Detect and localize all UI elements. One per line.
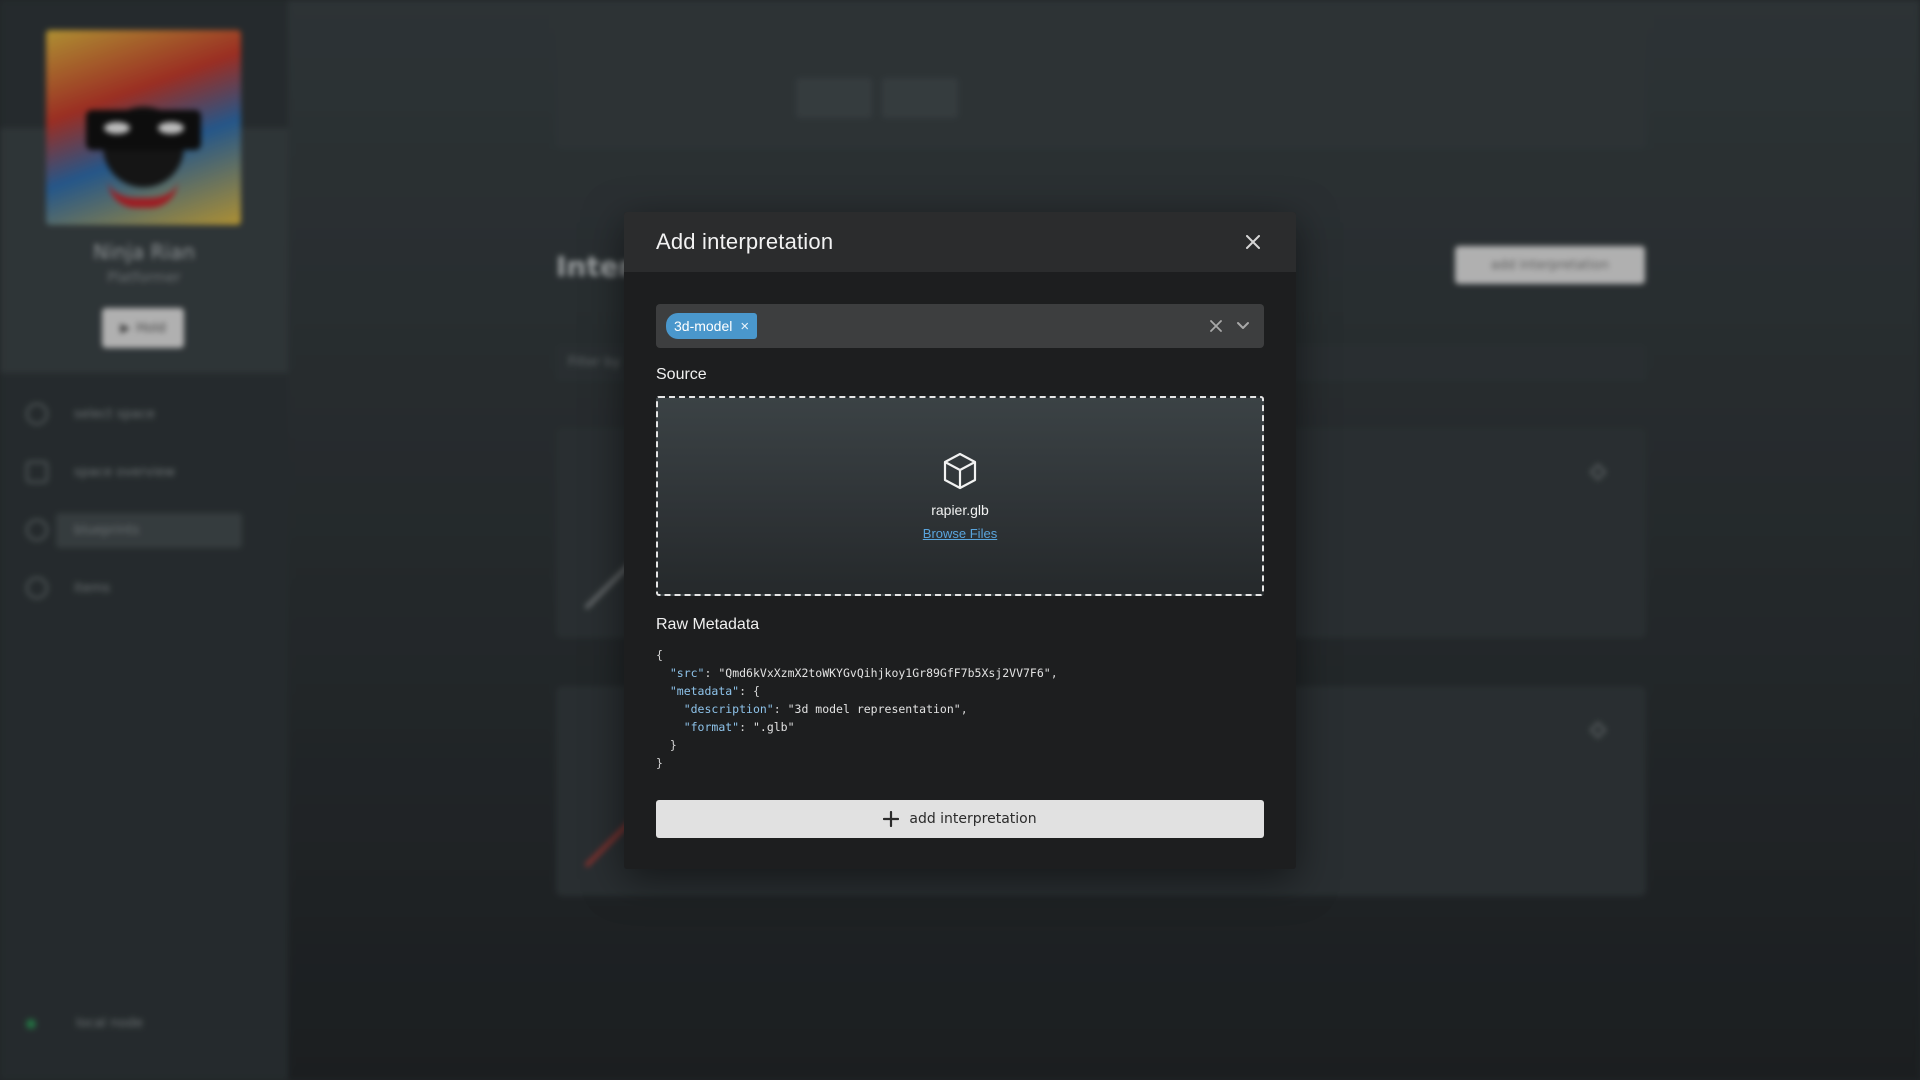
plus-icon: [883, 811, 900, 827]
modal-body: 3d-model × Source rapier.glb Browse File…: [624, 272, 1296, 838]
interpretation-type-select[interactable]: 3d-model ×: [656, 304, 1264, 348]
add-interpretation-button[interactable]: add interpretation: [656, 800, 1264, 838]
modal-header: Add interpretation: [624, 212, 1296, 272]
close-button[interactable]: [1242, 231, 1264, 253]
raw-metadata-code: { "src": "Qmd6kVxXzmX2toWKYGvQihjkoy1Gr8…: [656, 648, 1058, 770]
raw-metadata-label: Raw Metadata: [656, 616, 760, 633]
remove-tag-button[interactable]: ×: [740, 319, 749, 334]
clear-icon[interactable]: [1210, 320, 1222, 332]
browse-files-link[interactable]: Browse Files: [923, 526, 997, 541]
modal-title: Add interpretation: [656, 229, 834, 254]
close-icon: [1246, 235, 1260, 249]
chevron-down-icon[interactable]: [1236, 321, 1250, 331]
selected-tag: 3d-model ×: [666, 313, 758, 339]
tag-label: 3d-model: [674, 318, 733, 334]
add-interpretation-label: add interpretation: [909, 811, 1037, 827]
file-dropzone[interactable]: rapier.glb Browse Files: [656, 396, 1264, 596]
metadata-format-value: .glb: [759, 720, 788, 734]
selected-file-name: rapier.glb: [931, 501, 989, 518]
metadata-description-value: 3d model representation: [794, 702, 954, 716]
source-label: Source: [656, 366, 707, 383]
cube-icon: [943, 452, 977, 489]
select-actions: [1210, 304, 1250, 348]
add-interpretation-modal: Add interpretation 3d-model × Source rap…: [624, 212, 1296, 869]
metadata-src-value: Qmd6kVxXzmX2toWKYGvQihjkoy1Gr89GfF7b5Xsj…: [725, 666, 1044, 680]
